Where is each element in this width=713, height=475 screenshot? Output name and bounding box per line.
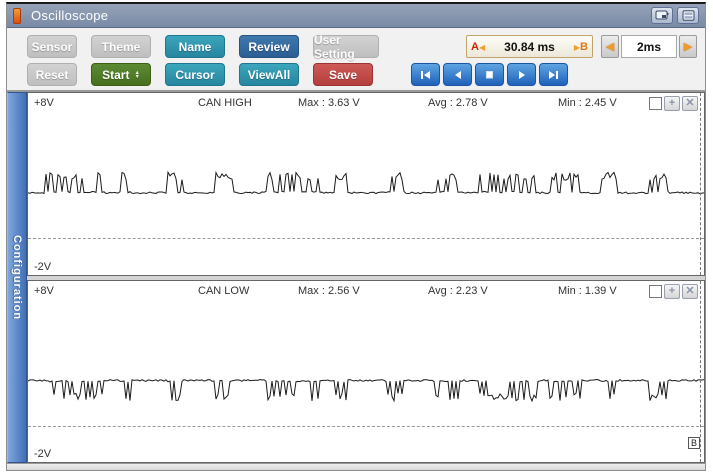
window-title: Oscilloscope [31,8,109,23]
app-flame-icon [13,7,21,24]
bottom-scale-label: -2V [34,260,52,273]
timebase-increase-button[interactable]: ▶ [679,35,697,58]
zero-volt-gridline [28,238,704,240]
channel-can-low: +8V CAN LOW Max : 2.56 V Avg : 2.23 V Mi… [27,279,705,463]
reset-button[interactable]: Reset [27,63,77,86]
ab-range-display: A◀ 30.84 ms ▶B [466,35,593,58]
play-icon [519,70,525,79]
step-back-icon [455,70,461,79]
popup-window-icon [655,10,669,20]
cursor-b-line [700,280,701,462]
timebase-value[interactable]: 2ms [621,35,677,58]
viewall-button[interactable]: ViewAll [239,63,299,86]
avg-value-label: Avg : 2.78 V [428,97,488,109]
start-stepper-icon[interactable]: ▲ ▼ [134,70,139,80]
play-button[interactable] [507,63,536,86]
channel-visible-checkbox[interactable] [649,284,662,298]
time-controls: A◀ 30.84 ms ▶B ◀ 2ms ▶ [466,35,697,58]
min-value-label: Min : 1.39 V [558,284,617,297]
channel-controls: + ✕ [649,96,698,111]
channel-visible-checkbox[interactable] [649,97,662,110]
save-button[interactable]: Save [313,63,373,86]
avg-value-label: Avg : 2.23 V [428,284,488,297]
split-layout-button[interactable] [677,7,699,24]
window-bottom-edge [7,463,705,470]
stop-icon [486,70,493,78]
channel-name-label: CAN LOW [198,284,250,297]
top-scale-label: +8V [34,97,54,109]
toolbar-row-1: Sensor Theme Name Review User Setting [27,33,379,61]
cursor-b-line [700,93,701,275]
min-value-label: Min : 2.45 V [558,97,617,109]
configuration-tab[interactable]: Configuration [7,92,27,463]
channel-name-label: CAN HIGH [198,97,252,109]
zero-volt-gridline [28,425,704,427]
stop-button[interactable] [475,63,504,86]
configuration-tab-label: Configuration [11,234,23,321]
close-icon: ✕ [685,97,695,109]
user-setting-button[interactable]: User Setting [313,33,379,61]
right-triangle-icon: ▶ [683,41,693,53]
ab-range-value: 30.84 ms [504,39,555,54]
cursor-b-label[interactable]: B [687,437,700,449]
theme-button[interactable]: Theme [91,35,151,58]
app-window: Oscilloscope Sensor Theme Name Review Us… [6,2,706,471]
max-value-label: Max : 3.63 V [298,97,360,109]
skip-to-start-button[interactable] [411,63,440,86]
skip-to-end-button[interactable] [539,63,568,86]
popup-window-button[interactable] [651,7,673,24]
channel-close-button[interactable]: ✕ [682,96,698,111]
step-back-button[interactable] [443,63,472,86]
review-button[interactable]: Review [239,35,299,58]
channel-controls: + ✕ [649,283,698,299]
channel-close-button[interactable]: ✕ [682,283,698,299]
close-icon: ✕ [685,284,695,297]
title-bar: Oscilloscope [7,4,705,28]
start-button[interactable]: Start ▲ ▼ [91,63,151,86]
can-low-waveform [28,378,704,403]
split-layout-icon [682,10,694,21]
oscilloscope-app: Oscilloscope Sensor Theme Name Review Us… [0,0,713,475]
a-left-triangle-icon: ◀ [478,42,486,52]
toolbar: Sensor Theme Name Review User Setting Re… [7,28,705,92]
skip-to-end-icon [549,70,558,79]
can-high-waveform [28,170,704,195]
cursor-b-marker: ▶B [573,40,588,53]
sensor-button[interactable]: Sensor [27,35,77,58]
cursor-a-marker: A◀ [471,40,486,53]
name-button[interactable]: Name [165,35,225,58]
left-triangle-icon: ◀ [605,41,615,53]
channel-panels: +8V CAN HIGH Max : 3.63 V Avg : 2.78 V M… [27,92,705,463]
skip-to-start-icon [421,70,430,79]
timebase-decrease-button[interactable]: ◀ [601,35,619,58]
main-area: Configuration +8V CAN HIGH Max : 3.63 V … [7,92,705,463]
cursor-button[interactable]: Cursor [165,63,225,86]
bottom-scale-label: -2V [34,448,52,460]
start-button-label: Start [102,67,130,82]
plus-icon: + [668,97,676,109]
channel-zoom-button[interactable]: + [664,96,680,111]
top-scale-label: +8V [34,284,54,297]
channel-zoom-button[interactable]: + [664,283,680,299]
window-controls [651,7,699,24]
channel-can-high: +8V CAN HIGH Max : 3.63 V Avg : 2.78 V M… [27,92,705,276]
plus-icon: + [668,284,676,297]
toolbar-row-2: Reset Start ▲ ▼ Cursor ViewAll Save [27,63,568,86]
playback-controls [411,63,568,86]
max-value-label: Max : 2.56 V [298,284,360,297]
